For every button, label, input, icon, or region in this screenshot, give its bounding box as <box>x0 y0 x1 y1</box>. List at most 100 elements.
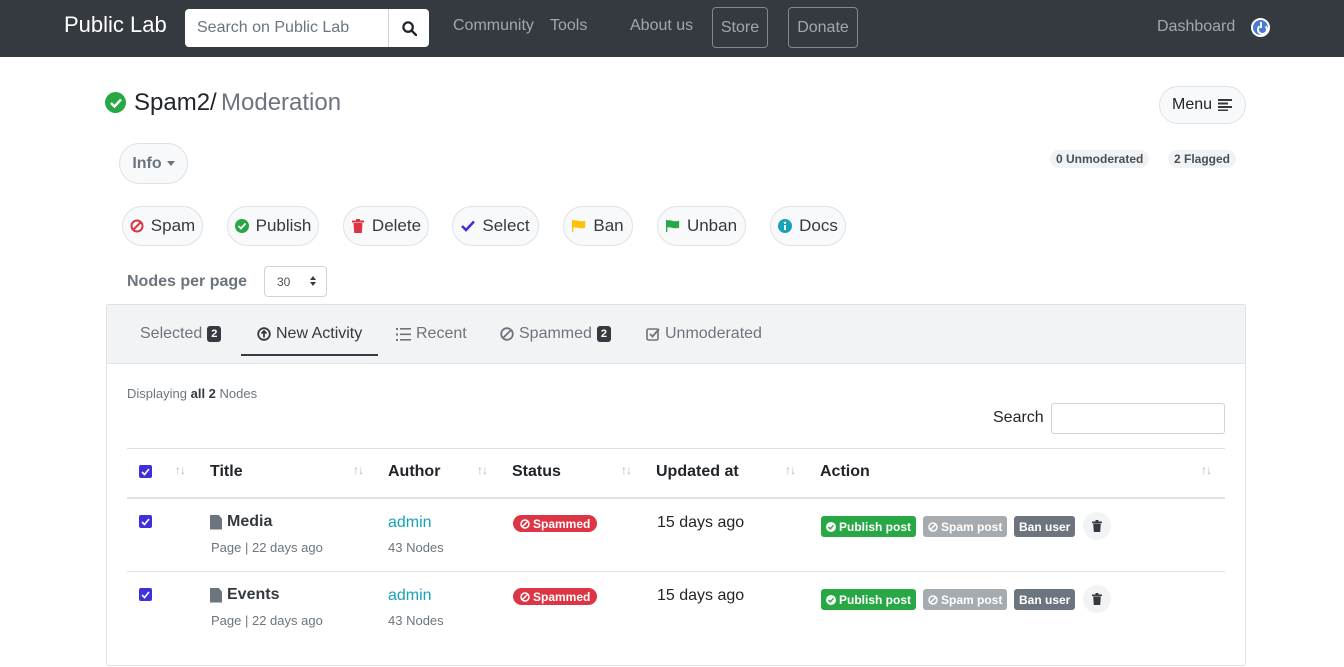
active-tab-indicator <box>241 354 378 356</box>
publish-post-label: Publish post <box>839 592 911 607</box>
delete-action-button[interactable]: Delete <box>343 206 429 246</box>
check-circle-icon <box>826 521 836 532</box>
status-text: Spammed <box>533 589 591 604</box>
tab-selected-label: Selected <box>140 325 203 342</box>
ban-user-button[interactable]: Ban user <box>1014 516 1076 537</box>
tab-spammed-label: Spammed <box>519 325 592 342</box>
nav-dashboard[interactable]: Dashboard <box>1157 18 1235 36</box>
row-meta: Page | 22 days ago <box>211 613 323 628</box>
info-dropdown[interactable]: Info <box>119 143 188 184</box>
displaying-all: all 2 <box>190 386 216 401</box>
search-button[interactable] <box>388 9 429 47</box>
page-title: Spam2/ <box>134 89 217 116</box>
arrow-up-circle-icon <box>257 327 271 341</box>
file-icon <box>210 514 222 530</box>
displaying-prefix: Displaying <box>127 386 187 401</box>
sort-icon[interactable]: ↑↓ <box>621 463 632 477</box>
check-square-icon <box>646 328 660 341</box>
list-icon <box>396 327 411 341</box>
column-status[interactable]: Status <box>512 463 561 481</box>
delete-row-button[interactable] <box>1083 512 1111 540</box>
donate-button[interactable]: Donate <box>788 7 858 48</box>
nodes-per-page-select[interactable]: 30 <box>264 266 327 297</box>
ban-circle-icon <box>130 219 144 233</box>
row-updated-at: 15 days ago <box>657 514 745 531</box>
sort-icon[interactable]: ↑↓ <box>175 463 186 477</box>
tab-recent[interactable]: Recent <box>396 325 467 343</box>
trash-icon <box>351 219 364 233</box>
ban-user-button[interactable]: Ban user <box>1014 589 1076 610</box>
power-icon[interactable] <box>1251 18 1270 37</box>
spam-action-label: Spam <box>150 216 196 235</box>
table-search-input[interactable] <box>1051 403 1225 434</box>
select-all-checkbox[interactable] <box>139 465 152 478</box>
displaying-count: Displaying all 2 Nodes <box>127 386 257 401</box>
moderation-card: Selected 2 New Activity Recent Spammed 2 <box>106 304 1246 666</box>
column-updated-at[interactable]: Updated at <box>656 463 739 481</box>
check-circle-icon <box>234 219 249 233</box>
info-circle-icon <box>778 219 793 233</box>
ban-circle-icon <box>520 591 530 602</box>
column-author[interactable]: Author <box>388 463 440 481</box>
row-checkbox[interactable] <box>139 515 152 528</box>
trash-icon <box>1092 593 1102 605</box>
ban-circle-icon <box>928 521 938 532</box>
check-circle-icon <box>826 594 836 605</box>
row-divider <box>127 571 1225 572</box>
search-icon <box>401 20 417 36</box>
ban-circle-icon <box>520 518 530 529</box>
tab-selected[interactable]: Selected 2 <box>140 325 222 343</box>
trash-icon <box>1092 520 1102 532</box>
table-header-border <box>127 497 1225 499</box>
page-subtitle: Moderation <box>221 89 342 116</box>
search-input[interactable] <box>185 9 388 47</box>
nav-tools[interactable]: Tools <box>550 17 587 35</box>
menu-button[interactable]: Menu <box>1159 86 1246 124</box>
row-title[interactable]: Media <box>210 513 272 531</box>
tab-spammed[interactable]: Spammed 2 <box>500 325 612 343</box>
checkmark-icon <box>461 220 476 232</box>
spam-post-button[interactable]: Spam post <box>923 516 1008 537</box>
tab-unmoderated[interactable]: Unmoderated <box>646 325 762 343</box>
tab-new-activity[interactable]: New Activity <box>257 325 362 343</box>
nav-community[interactable]: Community <box>453 17 534 35</box>
table-top-border <box>127 448 1225 449</box>
row-checkbox[interactable] <box>139 588 152 601</box>
row-title[interactable]: Events <box>210 586 279 604</box>
menu-label: Menu <box>1171 96 1213 113</box>
row-author-link[interactable]: admin <box>388 587 432 605</box>
spammed-count-badge: 2 <box>596 326 612 342</box>
sort-icon[interactable]: ↑↓ <box>477 463 488 477</box>
docs-action-button[interactable]: Docs <box>770 206 846 246</box>
row-title-text: Events <box>227 586 280 603</box>
publish-post-button[interactable]: Publish post <box>821 516 916 537</box>
publish-post-button[interactable]: Publish post <box>821 589 916 610</box>
delete-action-label: Delete <box>371 216 422 235</box>
brand-logo[interactable]: Public Lab <box>64 12 167 38</box>
sort-icon[interactable]: ↑↓ <box>1201 463 1212 477</box>
table-search-label: Search <box>993 409 1044 426</box>
unmoderated-badge: 0 Unmoderated <box>1050 150 1150 168</box>
nav-about-us[interactable]: About us <box>630 17 693 35</box>
spam-action-button[interactable]: Spam <box>122 206 203 246</box>
sort-icon[interactable]: ↑↓ <box>353 463 364 477</box>
flag-green-icon <box>665 219 680 233</box>
column-action[interactable]: Action <box>820 463 870 481</box>
info-label: Info <box>132 154 162 172</box>
flagged-badge: 2 Flagged <box>1168 150 1237 168</box>
unban-action-button[interactable]: Unban <box>657 206 746 246</box>
store-button[interactable]: Store <box>712 7 768 48</box>
row-author-link[interactable]: admin <box>388 514 432 532</box>
column-title[interactable]: Title <box>210 463 243 481</box>
sort-icon[interactable]: ↑↓ <box>785 463 796 477</box>
ban-action-label: Ban <box>593 216 624 235</box>
spam-post-button[interactable]: Spam post <box>923 589 1008 610</box>
status-text: Spammed <box>533 516 591 531</box>
publish-action-button[interactable]: Publish <box>227 206 319 246</box>
delete-row-button[interactable] <box>1083 585 1111 613</box>
check-circle-icon <box>105 92 126 113</box>
docs-action-label: Docs <box>799 216 838 235</box>
caret-down-icon <box>166 161 175 166</box>
select-action-button[interactable]: Select <box>452 206 539 246</box>
ban-action-button[interactable]: Ban <box>563 206 633 246</box>
